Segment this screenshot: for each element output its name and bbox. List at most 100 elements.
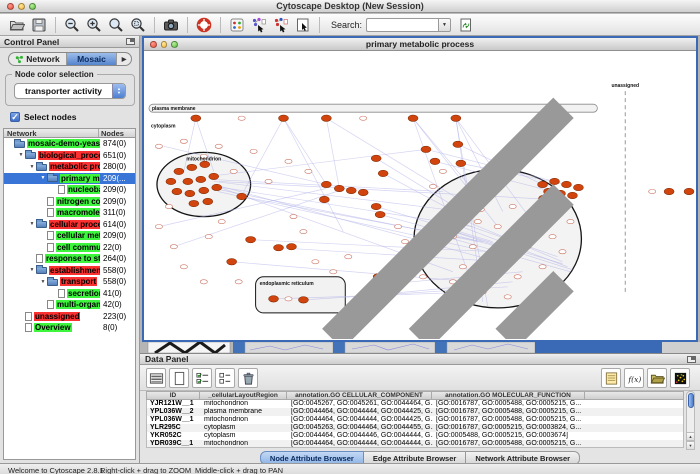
import-icon[interactable]: [647, 368, 667, 388]
tree-row[interactable]: macromolecule311(0): [4, 207, 135, 219]
tree-row[interactable]: Overview8(0): [4, 322, 135, 334]
tree-row-label[interactable]: biological_process: [38, 151, 100, 160]
background-windows[interactable]: [140, 342, 700, 353]
tree-row[interactable]: ▼cellular process614(0): [4, 219, 135, 231]
scroll-up-icon[interactable]: ▲: [686, 432, 695, 441]
column-header[interactable]: annotation.GO CELLULAR_COMPONENT: [287, 391, 432, 400]
create-attribute-icon[interactable]: [169, 368, 189, 388]
table-cell[interactable]: [GO:0016787, GO:0005488, GO:0005215, G..…: [433, 416, 586, 424]
tree-row-label[interactable]: transport: [60, 277, 97, 286]
tree-row[interactable]: multi-organism pro42(0): [4, 299, 135, 311]
column-header[interactable]: annotation.GO MOLECULAR_FUNCTION: [432, 391, 585, 400]
help-icon[interactable]: [194, 15, 214, 34]
tree-row-label[interactable]: primary metabo: [60, 174, 100, 183]
table-row[interactable]: YKR052Ccytoplasm[GO:0044464, GO:0044446,…: [147, 432, 683, 440]
select-all-attributes-icon[interactable]: [192, 368, 212, 388]
table-row[interactable]: YJR121W__1mitochondrion[GO:0045267, GO:0…: [147, 400, 683, 408]
table-row[interactable]: YDR039C__1mitochondrion[GO:0044464, GO:0…: [147, 440, 683, 448]
table-cell[interactable]: [GO:0016787, GO:0005488, GO:0005215, G..…: [433, 400, 586, 408]
table-cell[interactable]: YLR295C: [147, 424, 201, 432]
expand-icon[interactable]: ▼: [28, 267, 36, 273]
table-cell[interactable]: mitochondrion: [201, 440, 288, 448]
dropdown-stepper-icon[interactable]: ▲▼: [112, 84, 125, 98]
import-attributes-icon[interactable]: [456, 15, 476, 34]
table-cell[interactable]: plasma membrane: [201, 408, 288, 416]
tree-col-network[interactable]: Network: [4, 129, 98, 137]
matrix-icon[interactable]: [670, 368, 690, 388]
expand-icon[interactable]: ▼: [28, 164, 36, 170]
annotation-icon[interactable]: [293, 15, 313, 34]
tree-col-nodes[interactable]: Nodes: [98, 129, 135, 137]
tree-row[interactable]: cell communicat22(0): [4, 242, 135, 254]
table-cell[interactable]: [GO:0005488, GO:0005215, GO:0003674]: [433, 432, 586, 440]
attribute-editor-icon[interactable]: [601, 368, 621, 388]
tree-row[interactable]: ▼establishment of lo558(0): [4, 265, 135, 277]
tree-row[interactable]: secretion41(0): [4, 288, 135, 300]
table-cell[interactable]: YJR121W__1: [147, 400, 201, 408]
table-cell[interactable]: [GO:0044464, GO:0044444, GO:0044425, G..…: [288, 408, 433, 416]
table-cell[interactable]: YPL036W__2: [147, 408, 201, 416]
select-attributes-icon[interactable]: [146, 368, 166, 388]
tree-row-label[interactable]: macromolecule: [56, 208, 100, 217]
scroll-down-icon[interactable]: ▼: [686, 441, 695, 450]
expand-icon[interactable]: ▼: [39, 175, 47, 181]
table-cell[interactable]: YKR052C: [147, 432, 201, 440]
column-header[interactable]: _cellularLayoutRegion: [200, 391, 287, 400]
tree-row[interactable]: ▼biological_process651(0): [4, 150, 135, 162]
search-input[interactable]: [366, 18, 438, 32]
tree-row-label[interactable]: nitrogen compo: [56, 197, 100, 206]
tree-row[interactable]: mosaic-demo-yeast874(0): [4, 138, 135, 150]
scrollbar-thumb[interactable]: [688, 393, 694, 408]
tree-row[interactable]: ▼metabolic process280(0): [4, 161, 135, 173]
tree-row-label[interactable]: multi-organism pro: [56, 300, 100, 309]
function-builder-icon[interactable]: f(x): [624, 368, 644, 388]
table-cell[interactable]: mitochondrion: [201, 416, 288, 424]
table-cell[interactable]: [GO:0044464, GO:0044446, GO:0044444, G..…: [288, 432, 433, 440]
tree-row-label[interactable]: nucleobase-: [67, 185, 100, 194]
vizmapper-icon[interactable]: [227, 15, 247, 34]
open-icon[interactable]: [7, 15, 27, 34]
import-network-icon[interactable]: [249, 15, 269, 34]
unselect-all-attributes-icon[interactable]: [215, 368, 235, 388]
zoom-out-icon[interactable]: [62, 15, 82, 34]
table-cell[interactable]: [GO:0044464, GO:0044444, GO:0044425, G..…: [288, 416, 433, 424]
tree-row[interactable]: response to stimul264(0): [4, 253, 135, 265]
save-icon[interactable]: [29, 15, 49, 34]
node-color-dropdown[interactable]: transporter activity ▲▼: [14, 83, 126, 99]
network-canvas-area[interactable]: plasma membrane cytoplasm mitochondrion …: [144, 51, 696, 340]
tree-row[interactable]: ▼primary metabo209(...: [4, 173, 135, 185]
tree-row-label[interactable]: mosaic-demo-yeast: [27, 139, 100, 148]
tree-row-label[interactable]: cell communicat: [56, 243, 100, 252]
zoom-selected-icon[interactable]: [128, 15, 148, 34]
tree-row-label[interactable]: establishment of lo: [49, 266, 100, 275]
tree-row[interactable]: ▼transport558(0): [4, 276, 135, 288]
tree-row-label[interactable]: unassigned: [34, 312, 80, 321]
tree-row-label[interactable]: secretion: [67, 289, 100, 298]
tree-row-label[interactable]: Overview: [34, 323, 72, 332]
table-row[interactable]: YPL036W__1mitochondrion[GO:0044464, GO:0…: [147, 416, 683, 424]
column-header[interactable]: ID: [146, 391, 200, 400]
search-dropdown-icon[interactable]: ▼: [438, 18, 451, 32]
table-cell[interactable]: mitochondrion: [201, 400, 288, 408]
tree-row-label[interactable]: cellular metabo: [56, 231, 100, 240]
tree-row-label[interactable]: cellular process: [49, 220, 100, 229]
float-panel-icon[interactable]: [126, 38, 135, 45]
table-cell[interactable]: YPL036W__1: [147, 416, 201, 424]
tree-row-label[interactable]: response to stimul: [45, 254, 100, 263]
table-cell[interactable]: [GO:0045267, GO:0045261, GO:0044464, G..…: [288, 400, 433, 408]
table-cell[interactable]: [GO:0045263, GO:0044464, GO:0044455, G..…: [288, 424, 433, 432]
resize-grip-icon[interactable]: [143, 50, 695, 339]
expand-icon[interactable]: ▼: [39, 279, 47, 285]
float-panel-icon[interactable]: [687, 356, 696, 363]
tree-row-label[interactable]: metabolic process: [49, 162, 100, 171]
table-cell[interactable]: cytoplasm: [201, 424, 288, 432]
zoom-fit-icon[interactable]: [106, 15, 126, 34]
tree-row[interactable]: cellular metabo209(0): [4, 230, 135, 242]
table-row[interactable]: YLR295Ccytoplasm[GO:0045263, GO:0044464,…: [147, 424, 683, 432]
export-network-icon[interactable]: [271, 15, 291, 34]
snapshot-icon[interactable]: [161, 15, 181, 34]
table-cell[interactable]: YDR039C__1: [147, 440, 201, 448]
select-nodes-checkbox[interactable]: ✓: [10, 112, 20, 122]
table-cell[interactable]: [GO:0044464, GO:0044444, GO:0044444, G..…: [288, 440, 433, 448]
tree-row[interactable]: nitrogen compo209(0): [4, 196, 135, 208]
